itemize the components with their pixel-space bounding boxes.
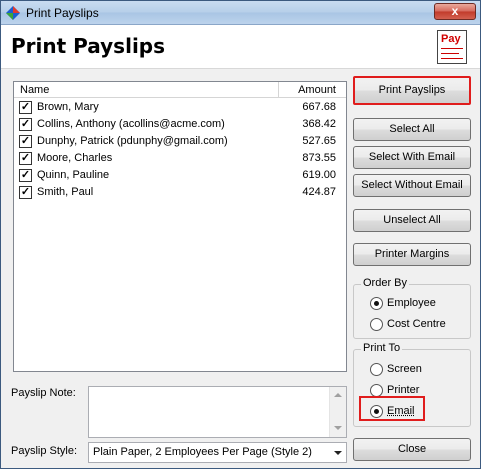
close-icon: x bbox=[451, 4, 459, 18]
order-by-employee-label[interactable]: Employee bbox=[387, 297, 436, 309]
title-bar[interactable]: Print Payslips x bbox=[1, 1, 480, 25]
employee-name: Dunphy, Patrick (pdunphy@gmail.com) bbox=[37, 135, 228, 147]
row-checkbox[interactable]: ✓ bbox=[19, 169, 32, 182]
payslip-style-label: Payslip Style: bbox=[11, 445, 78, 457]
employee-amount: 619.00 bbox=[302, 169, 336, 181]
employee-list[interactable]: Name Amount ✓ Brown, Mary 667.68 ✓ Colli… bbox=[13, 81, 347, 372]
employee-name: Moore, Charles bbox=[37, 152, 113, 164]
scroll-down-icon[interactable] bbox=[334, 426, 342, 430]
employee-name: Brown, Mary bbox=[37, 101, 99, 113]
dropdown-button[interactable] bbox=[330, 444, 345, 461]
row-checkbox[interactable]: ✓ bbox=[19, 135, 32, 148]
column-header-name[interactable]: Name bbox=[20, 84, 49, 96]
list-item[interactable]: ✓ Quinn, Pauline 619.00 bbox=[14, 167, 346, 184]
window-title: Print Payslips bbox=[26, 6, 99, 20]
employee-amount: 368.42 bbox=[302, 118, 336, 130]
payslip-style-select[interactable]: Plain Paper, 2 Employees Per Page (Style… bbox=[88, 442, 347, 463]
order-by-group: Order By Employee Cost Centre bbox=[353, 277, 471, 339]
print-payslips-button[interactable]: Print Payslips bbox=[353, 76, 471, 105]
list-item[interactable]: ✓ Moore, Charles 873.55 bbox=[14, 150, 346, 167]
select-with-email-button[interactable]: Select With Email bbox=[353, 146, 471, 169]
list-header: Name Amount bbox=[14, 82, 346, 98]
app-icon bbox=[6, 6, 20, 20]
payslip-icon-text: Pay bbox=[441, 33, 461, 45]
list-item[interactable]: ✓ Dunphy, Patrick (pdunphy@gmail.com) 52… bbox=[14, 133, 346, 150]
employee-amount: 667.68 bbox=[302, 101, 336, 113]
scroll-up-icon[interactable] bbox=[334, 393, 342, 397]
window-close-button[interactable]: x bbox=[434, 3, 476, 20]
order-by-label: Order By bbox=[361, 277, 410, 289]
unselect-all-button[interactable]: Unselect All bbox=[353, 209, 471, 232]
select-without-email-button[interactable]: Select Without Email bbox=[353, 174, 471, 197]
note-scrollbar[interactable] bbox=[329, 387, 346, 437]
row-checkbox[interactable]: ✓ bbox=[19, 101, 32, 114]
select-all-button[interactable]: Select All bbox=[353, 118, 471, 141]
order-by-cost-centre-label[interactable]: Cost Centre bbox=[387, 318, 446, 330]
row-checkbox[interactable]: ✓ bbox=[19, 152, 32, 165]
print-payslips-window: Print Payslips x Print Payslips Pay Name… bbox=[0, 0, 481, 469]
header-panel: Print Payslips Pay bbox=[1, 25, 480, 69]
employee-amount: 424.87 bbox=[302, 186, 336, 198]
close-button[interactable]: Close bbox=[353, 438, 471, 461]
print-to-printer-label[interactable]: Printer bbox=[387, 384, 419, 396]
email-highlight bbox=[359, 396, 425, 421]
payslip-icon-line bbox=[441, 48, 463, 49]
list-item[interactable]: ✓ Collins, Anthony (acollins@acme.com) 3… bbox=[14, 116, 346, 133]
list-item[interactable]: ✓ Brown, Mary 667.68 bbox=[14, 99, 346, 116]
column-header-amount[interactable]: Amount bbox=[298, 84, 336, 96]
payslip-icon-line bbox=[441, 58, 463, 59]
payslip-note-textarea[interactable] bbox=[88, 386, 347, 438]
order-by-employee-radio[interactable] bbox=[370, 297, 383, 310]
payslip-icon: Pay bbox=[437, 30, 467, 64]
employee-name: Collins, Anthony (acollins@acme.com) bbox=[37, 118, 225, 130]
row-checkbox[interactable]: ✓ bbox=[19, 118, 32, 131]
print-to-screen-label[interactable]: Screen bbox=[387, 363, 422, 375]
print-to-screen-radio[interactable] bbox=[370, 363, 383, 376]
printer-margins-button[interactable]: Printer Margins bbox=[353, 243, 471, 266]
page-title: Print Payslips bbox=[11, 34, 166, 58]
row-checkbox[interactable]: ✓ bbox=[19, 186, 32, 199]
employee-amount: 873.55 bbox=[302, 152, 336, 164]
column-divider[interactable] bbox=[278, 82, 279, 98]
order-by-cost-centre-radio[interactable] bbox=[370, 318, 383, 331]
employee-name: Quinn, Pauline bbox=[37, 169, 110, 181]
payslip-style-value: Plain Paper, 2 Employees Per Page (Style… bbox=[93, 446, 312, 458]
list-item[interactable]: ✓ Smith, Paul 424.87 bbox=[14, 184, 346, 201]
employee-amount: 527.65 bbox=[302, 135, 336, 147]
chevron-down-icon bbox=[334, 451, 342, 455]
payslip-icon-line bbox=[441, 53, 459, 54]
print-to-label: Print To bbox=[361, 342, 403, 354]
employee-name: Smith, Paul bbox=[37, 186, 94, 198]
payslip-note-label: Payslip Note: bbox=[11, 387, 76, 399]
